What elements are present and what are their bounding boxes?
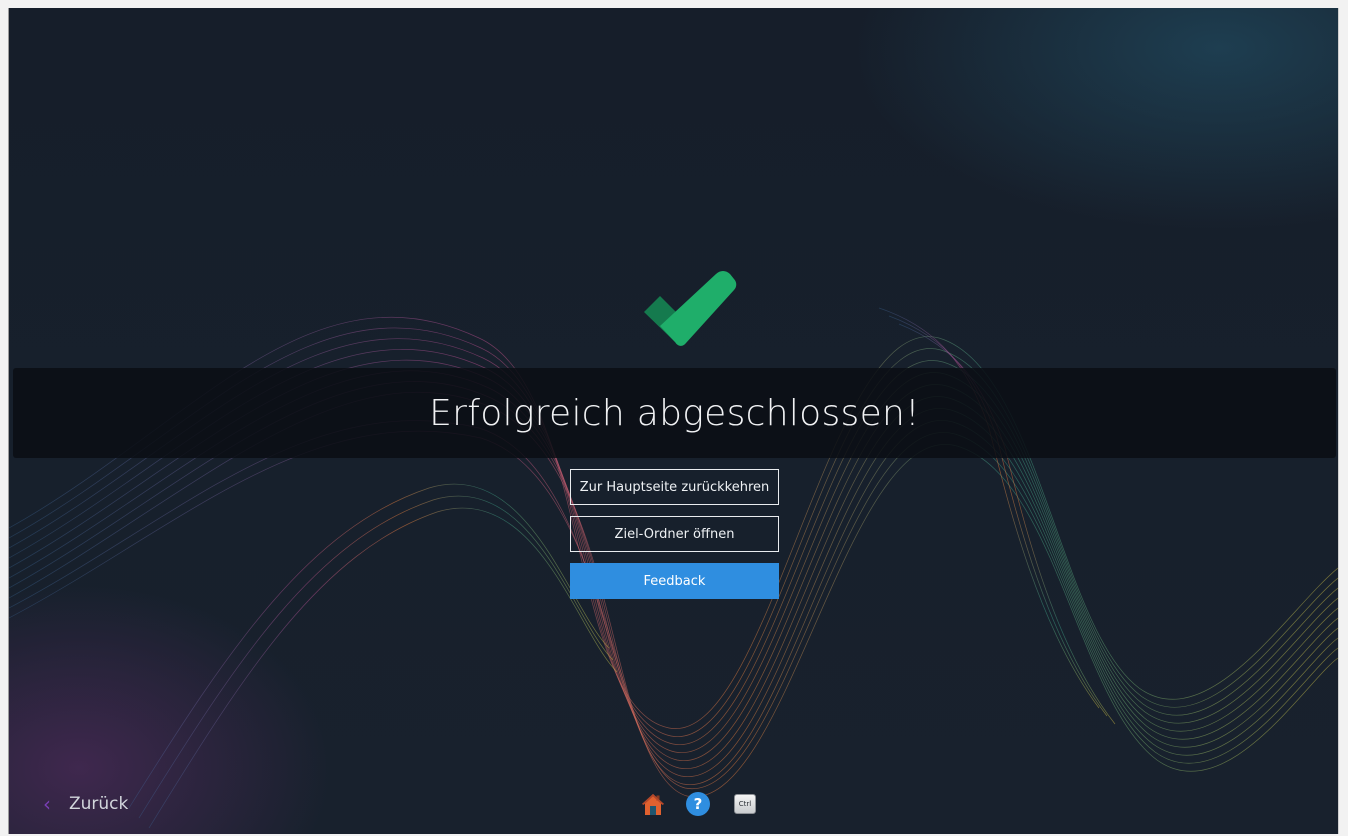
open-target-folder-button[interactable]: Ziel-Ordner öffnen [570,516,779,552]
help-glyph: ? [686,792,710,816]
back-button[interactable]: ‹ Zurück [43,790,128,818]
home-icon[interactable] [641,792,665,816]
success-banner: Erfolgreich abgeschlossen! [13,368,1336,458]
return-to-main-page-button[interactable]: Zur Hauptseite zurückkehren [570,469,779,505]
chevron-left-icon: ‹ [43,792,51,816]
back-label: Zurück [69,794,129,814]
app-window: Erfolgreich abgeschlossen! Zur Hauptseit… [8,8,1339,834]
feedback-button[interactable]: Feedback [570,563,779,599]
ctrl-key-icon[interactable]: Ctrl [734,792,758,816]
help-icon[interactable]: ? [686,792,710,816]
success-title: Erfolgreich abgeschlossen! [429,392,920,434]
ctrl-key-label: Ctrl [734,794,756,814]
success-checkmark-icon [644,271,737,346]
